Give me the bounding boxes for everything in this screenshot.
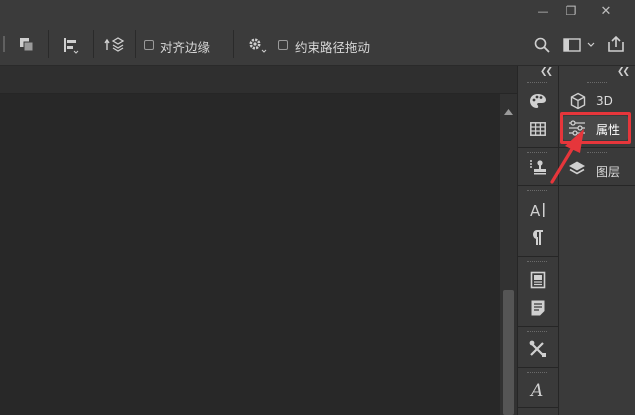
close-button[interactable]: ✕: [590, 0, 622, 22]
search-icon: [534, 37, 550, 53]
panel-layers-label: 图层: [596, 165, 621, 179]
arrange-button[interactable]: [18, 36, 36, 58]
settings-button[interactable]: [247, 36, 267, 58]
restore-icon: ❐: [565, 4, 577, 18]
panel-grip[interactable]: [527, 261, 547, 264]
page-icon: [531, 300, 545, 316]
document-tab-bar: [0, 66, 517, 94]
panel-grip[interactable]: [527, 82, 547, 85]
close-icon: ✕: [600, 3, 612, 19]
annotation-arrow: [550, 129, 584, 184]
restore-button[interactable]: ❐: [555, 0, 587, 22]
scrollbar-thumb[interactable]: [503, 290, 514, 415]
separator: [135, 30, 136, 58]
align-left-icon: [64, 38, 79, 54]
align-button[interactable]: [62, 36, 80, 58]
glyphs-button[interactable]: A: [528, 379, 548, 399]
distribute-button[interactable]: [103, 36, 125, 58]
group-divider: [518, 256, 558, 257]
glyphs-icon: A: [529, 381, 543, 399]
document-icon: [530, 271, 546, 289]
collapse-labels-icon[interactable]: ❮❮: [617, 67, 630, 77]
palette-icon: [530, 94, 546, 108]
separator: [48, 30, 49, 58]
tool-presets-button[interactable]: [528, 339, 548, 359]
panel-grip[interactable]: [527, 372, 547, 375]
group-divider: [518, 326, 558, 327]
tools-icon: [529, 340, 546, 357]
svg-text:A: A: [530, 202, 541, 219]
swatches-button[interactable]: [528, 91, 548, 111]
panel-grip[interactable]: [587, 152, 607, 155]
character-icon: A: [530, 202, 545, 219]
character-button[interactable]: A: [528, 200, 548, 220]
separator: [93, 30, 94, 58]
group-divider: [518, 367, 558, 368]
panel-grip[interactable]: [587, 82, 607, 85]
paragraph-icon: [533, 230, 543, 245]
separator: [233, 30, 234, 58]
constrain-path-label: 约束路径拖动: [295, 40, 371, 55]
paragraph-styles-button[interactable]: [528, 298, 548, 318]
minimize-icon: —: [537, 4, 549, 18]
cube-icon: [570, 92, 586, 110]
workspace-button[interactable]: [563, 37, 595, 57]
scroll-up-arrow[interactable]: [504, 100, 513, 119]
gear-icon: [249, 38, 267, 53]
share-icon: [608, 35, 624, 52]
chevron-up-icon: [504, 109, 513, 115]
align-edges-label: 对齐边缘: [160, 40, 211, 55]
align-edges-checkbox[interactable]: [144, 40, 154, 50]
share-button[interactable]: [607, 35, 625, 57]
search-button[interactable]: [533, 36, 551, 58]
panel-grip[interactable]: [527, 331, 547, 334]
group-divider: [518, 407, 558, 408]
paragraph-button[interactable]: [528, 228, 548, 248]
collapse-strip-icon[interactable]: ❮❮: [540, 67, 553, 77]
constrain-path-checkbox[interactable]: [278, 40, 288, 50]
workspace-icon: [563, 38, 595, 52]
distribute-icon: [104, 37, 125, 52]
panel-3d-label: 3D: [596, 94, 613, 108]
character-styles-button[interactable]: [528, 270, 548, 290]
arrange-icon: [20, 38, 34, 52]
canvas-area[interactable]: [0, 94, 500, 415]
svg-text:A: A: [529, 381, 543, 399]
panel-grip[interactable]: [527, 190, 547, 193]
options-bar-edge: [3, 36, 5, 52]
panel-3d[interactable]: 3D: [566, 91, 628, 111]
